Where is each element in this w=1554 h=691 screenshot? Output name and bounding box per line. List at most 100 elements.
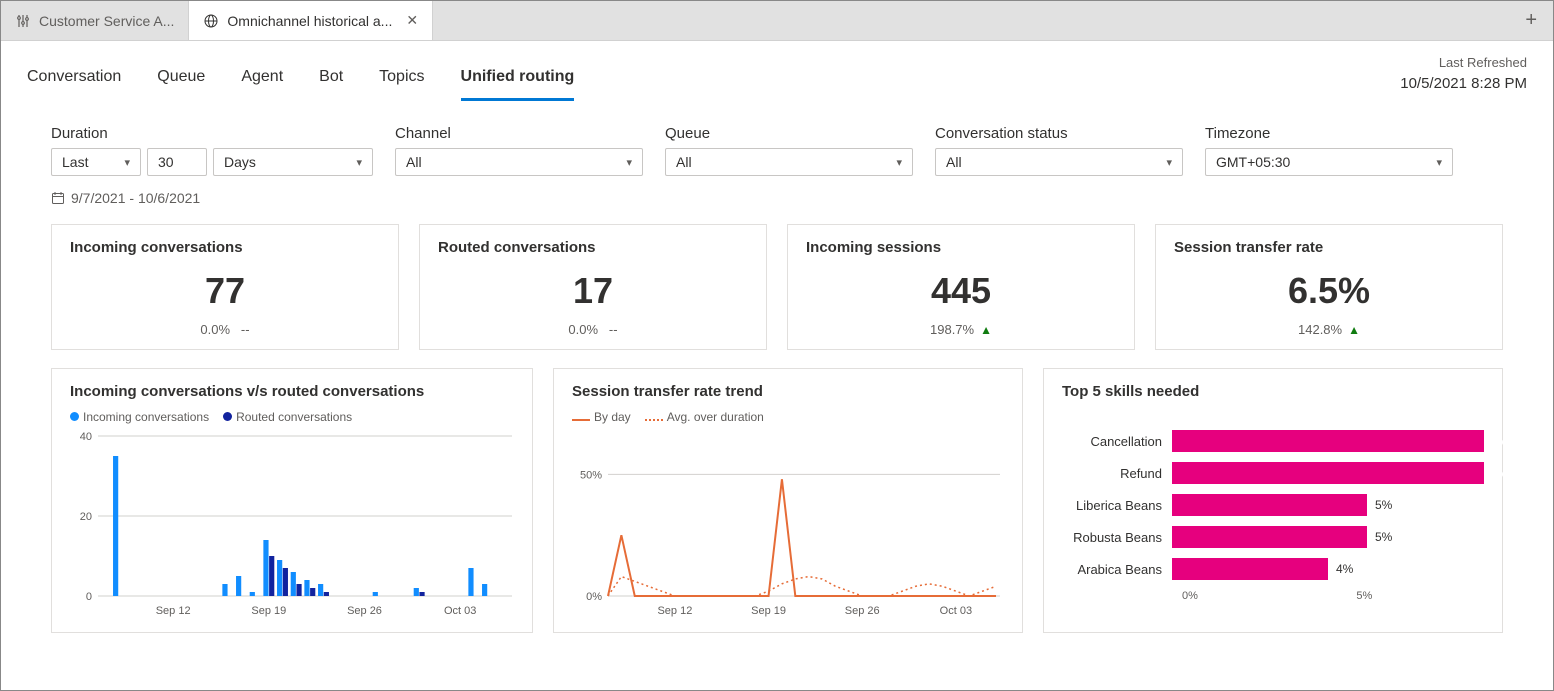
queue-select[interactable]: All ▾ (665, 148, 913, 176)
svg-text:Sep 26: Sep 26 (845, 605, 880, 617)
timezone-value: GMT+05:30 (1216, 154, 1290, 170)
chevron-down-icon: ▾ (626, 156, 632, 169)
duration-unit-value: Days (224, 154, 256, 170)
tab-label: Customer Service A... (39, 13, 174, 29)
skill-row: Cancellation 8% (1062, 430, 1484, 452)
tab-bar: Customer Service A... Omnichannel histor… (1, 1, 1553, 41)
legend-dot-icon (70, 412, 79, 421)
arrow-up-icon: ▲ (1348, 323, 1360, 337)
skill-row: Refund 8% (1062, 462, 1484, 484)
svg-text:Oct 03: Oct 03 (940, 605, 972, 617)
chevron-down-icon: ▾ (896, 156, 902, 169)
chart-title: Incoming conversations v/s routed conver… (70, 383, 514, 400)
skill-bar: 8% (1172, 430, 1484, 452)
skill-name: Cancellation (1062, 434, 1172, 449)
kpi-delta: 0.0% -- (438, 322, 748, 337)
filter-bar: Duration Last ▾ 30 Days ▾ Channel All ▾ … (1, 101, 1553, 182)
skill-value: 4% (1336, 562, 1353, 576)
filter-duration-label: Duration (51, 125, 373, 142)
status-select[interactable]: All ▾ (935, 148, 1183, 176)
skill-bar: 8% (1172, 462, 1484, 484)
chevron-down-icon: ▾ (356, 156, 362, 169)
chart-svg: 02040Sep 12Sep 19Sep 26Oct 03 (70, 430, 514, 620)
kpi-value: 77 (70, 270, 380, 312)
kpi-routed-conversations: Routed conversations 17 0.0% -- (419, 224, 767, 350)
kpi-title: Incoming sessions (806, 239, 1116, 256)
skill-row: Liberica Beans 5% (1062, 494, 1484, 516)
status-value: All (946, 154, 962, 170)
kpi-value: 6.5% (1174, 270, 1484, 312)
kpi-session-transfer-rate: Session transfer rate 6.5% 142.8%▲ (1155, 224, 1503, 350)
nav-topics[interactable]: Topics (379, 68, 424, 101)
svg-text:Sep 26: Sep 26 (347, 605, 382, 617)
calendar-icon (51, 191, 65, 205)
report-nav: Conversation Queue Agent Bot Topics Unif… (1, 41, 1553, 101)
svg-text:Sep 12: Sep 12 (657, 605, 692, 617)
filter-duration: Duration Last ▾ 30 Days ▾ (51, 125, 373, 176)
close-icon[interactable]: ✕ (406, 12, 418, 29)
filter-status-label: Conversation status (935, 125, 1183, 142)
kpi-title: Session transfer rate (1174, 239, 1484, 256)
chart-title: Session transfer rate trend (572, 383, 1004, 400)
skill-value: 8% (1486, 434, 1492, 448)
new-tab-button[interactable]: + (1509, 9, 1553, 32)
kpi-incoming-conversations: Incoming conversations 77 0.0% -- (51, 224, 399, 350)
legend-dot-icon (223, 412, 232, 421)
date-range-text: 9/7/2021 - 10/6/2021 (71, 190, 200, 206)
svg-text:Sep 19: Sep 19 (251, 605, 286, 617)
nav-agent[interactable]: Agent (241, 68, 283, 101)
tab-customer-service[interactable]: Customer Service A... (1, 1, 189, 40)
filter-channel-label: Channel (395, 125, 643, 142)
svg-text:Sep 19: Sep 19 (751, 605, 786, 617)
nav-unified-routing[interactable]: Unified routing (461, 68, 575, 101)
chevron-down-icon: ▾ (1166, 156, 1172, 169)
tab-omnichannel[interactable]: Omnichannel historical a... ✕ (189, 1, 433, 40)
kpi-delta: 198.7%▲ (806, 322, 1116, 337)
sliders-icon (15, 13, 31, 29)
svg-text:40: 40 (80, 431, 92, 443)
skill-row: Arabica Beans 4% (1062, 558, 1484, 580)
nav-bot[interactable]: Bot (319, 68, 343, 101)
channel-select[interactable]: All ▾ (395, 148, 643, 176)
duration-count-input[interactable]: 30 (147, 148, 207, 176)
duration-mode-value: Last (62, 154, 88, 170)
last-refreshed: Last Refreshed 10/5/2021 8:28 PM (1400, 53, 1527, 101)
skill-row: Robusta Beans 5% (1062, 526, 1484, 548)
last-refreshed-timestamp: 10/5/2021 8:28 PM (1400, 73, 1527, 96)
skill-value: 8% (1486, 466, 1492, 480)
skill-bar: 5% (1172, 494, 1484, 516)
skill-bar: 5% (1172, 526, 1484, 548)
svg-text:0%: 0% (586, 591, 602, 603)
kpi-row: Incoming conversations 77 0.0% -- Routed… (1, 206, 1553, 350)
filter-timezone-label: Timezone (1205, 125, 1453, 142)
svg-text:Sep 12: Sep 12 (156, 605, 191, 617)
skill-value: 5% (1375, 530, 1392, 544)
duration-mode-select[interactable]: Last ▾ (51, 148, 141, 176)
kpi-title: Routed conversations (438, 239, 748, 256)
legend-line-icon (572, 419, 590, 421)
chart-legend: Incoming conversations Routed conversati… (70, 410, 514, 424)
globe-icon (203, 13, 219, 29)
tab-label: Omnichannel historical a... (227, 13, 392, 29)
last-refreshed-label: Last Refreshed (1400, 53, 1527, 73)
svg-text:0: 0 (86, 591, 92, 603)
chart-legend: By day Avg. over duration (572, 410, 1004, 424)
nav-queue[interactable]: Queue (157, 68, 205, 101)
filter-queue: Queue All ▾ (665, 125, 913, 176)
channel-value: All (406, 154, 422, 170)
skill-name: Robusta Beans (1062, 530, 1172, 545)
filter-channel: Channel All ▾ (395, 125, 643, 176)
arrow-up-icon: ▲ (980, 323, 992, 337)
filter-status: Conversation status All ▾ (935, 125, 1183, 176)
skill-axis: 0%5% (1182, 590, 1484, 602)
skill-name: Liberica Beans (1062, 498, 1172, 513)
chart-incoming-vs-routed: Incoming conversations v/s routed conver… (51, 368, 533, 633)
nav-conversation[interactable]: Conversation (27, 68, 121, 101)
chart-svg: 0%50%Sep 12Sep 19Sep 26Oct 03 (572, 430, 1004, 620)
filter-queue-label: Queue (665, 125, 913, 142)
svg-text:Oct 03: Oct 03 (444, 605, 476, 617)
queue-value: All (676, 154, 692, 170)
timezone-select[interactable]: GMT+05:30 ▾ (1205, 148, 1453, 176)
duration-unit-select[interactable]: Days ▾ (213, 148, 373, 176)
skill-name: Arabica Beans (1062, 562, 1172, 577)
